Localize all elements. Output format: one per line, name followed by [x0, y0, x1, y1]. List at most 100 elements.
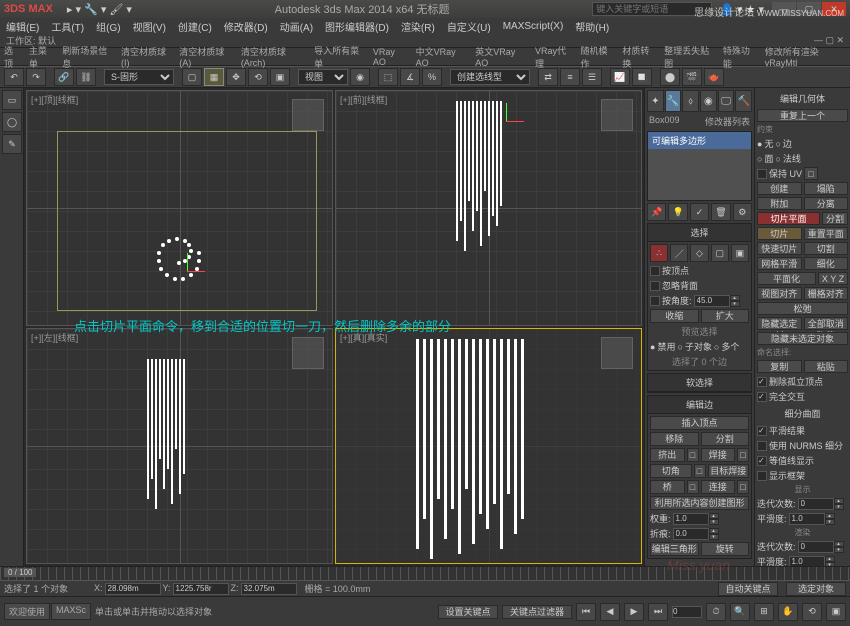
display-tab[interactable]: 🖵 [718, 90, 735, 112]
repeat-last-button[interactable]: 重复上一个 [757, 109, 848, 122]
preserve-uv-checkbox[interactable] [757, 169, 767, 179]
auto-key-button[interactable]: 自动关键点 [718, 582, 778, 596]
coord-z-input[interactable] [241, 583, 297, 595]
curve-editor-button[interactable]: 📈 [610, 68, 630, 86]
tab-item[interactable]: 特殊功能 [723, 44, 757, 70]
menu-tools[interactable]: 工具(T) [51, 19, 84, 34]
tab-item[interactable]: 主菜单 [29, 44, 54, 70]
by-angle-checkbox[interactable] [650, 296, 660, 306]
scale-button[interactable]: ▣ [270, 68, 290, 86]
object-name[interactable]: Box009 [649, 115, 680, 128]
poly-subobj-button[interactable]: ▢ [711, 244, 729, 262]
named-sel-dropdown[interactable]: 创建选线型 [450, 69, 530, 85]
coord-x-input[interactable] [105, 583, 161, 595]
shrink-button[interactable]: 收缩 [650, 309, 699, 323]
play-prev-button[interactable]: ◀ [600, 603, 620, 621]
menu-group[interactable]: 组(G) [96, 19, 120, 34]
attach-button[interactable]: 附加 [757, 197, 802, 210]
redo-button[interactable]: ↷ [26, 68, 46, 86]
menu-create[interactable]: 创建(C) [178, 19, 212, 34]
show-cage-checkbox[interactable] [757, 471, 767, 481]
zoom-button[interactable]: 🔍 [730, 603, 750, 621]
pan-button[interactable]: ✋ [778, 603, 798, 621]
tab-item[interactable]: 选顶 [4, 44, 21, 70]
connect-button[interactable]: 连接 [701, 480, 736, 494]
bridge-button[interactable]: 桥 [650, 480, 685, 494]
align-button[interactable]: ≡ [560, 68, 580, 86]
modlist-label[interactable]: 修改器列表 [705, 115, 750, 128]
layer-button[interactable]: ☰ [582, 68, 602, 86]
percent-snap-button[interactable]: % [422, 68, 442, 86]
rollout-header[interactable]: 编辑几何体 [757, 92, 848, 105]
material-editor-button[interactable]: ⬤ [660, 68, 680, 86]
cut-button[interactable]: 切割 [804, 242, 849, 255]
menu-maxscript[interactable]: MAXScript(X) [503, 21, 564, 32]
collapse-button[interactable]: 塌陷 [804, 182, 849, 195]
viewcube-icon[interactable] [601, 99, 633, 131]
key-filters-button[interactable]: 关键点过滤器 [502, 605, 572, 619]
edit-tri-button[interactable]: 编辑三角形 [650, 542, 699, 556]
pivot-button[interactable]: ◉ [350, 68, 370, 86]
turn-button[interactable]: 旋转 [701, 542, 750, 556]
tab-item[interactable]: 材质转换 [622, 44, 656, 70]
del-iso-checkbox[interactable] [757, 377, 767, 387]
hide-sel-button[interactable]: 隐藏选定对象 [757, 317, 802, 330]
quickslice-button[interactable]: 快速切片 [757, 242, 802, 255]
motion-tab[interactable]: ◉ [700, 90, 717, 112]
maxscript-tab[interactable]: MAXSc [51, 603, 91, 620]
edge-subobj-button[interactable]: ／ [670, 244, 688, 262]
remove-mod-button[interactable]: 🗑 [711, 203, 730, 221]
tool-paint-icon[interactable]: ✎ [2, 134, 22, 154]
menu-render[interactable]: 渲染(R) [401, 19, 435, 34]
menu-views[interactable]: 视图(V) [133, 19, 166, 34]
snap-button[interactable]: ⬚ [378, 68, 398, 86]
coord-y-input[interactable] [173, 583, 229, 595]
isoline-checkbox[interactable] [757, 456, 767, 466]
move-button[interactable]: ✥ [226, 68, 246, 86]
render-button[interactable]: 🫖 [704, 68, 724, 86]
utilities-tab[interactable]: 🔨 [735, 90, 752, 112]
hierarchy-tab[interactable]: ⬨ [682, 90, 699, 112]
frame-input[interactable] [672, 606, 702, 618]
smooth-result-checkbox[interactable] [757, 426, 767, 436]
crease-spinner[interactable]: ▴▾ [673, 528, 719, 540]
welcome-tab[interactable]: 欢迎使用 [4, 603, 50, 620]
tab-item[interactable]: 英文VRay AO [475, 45, 527, 68]
time-config-button[interactable]: ⏱ [706, 603, 726, 621]
msmooth-button[interactable]: 网格平滑 [757, 257, 802, 270]
viewcube-icon[interactable] [601, 337, 633, 369]
render-setup-button[interactable]: 🎬 [682, 68, 702, 86]
chamfer-button[interactable]: 切角 [650, 464, 692, 478]
copy-button[interactable]: 复制 [757, 360, 802, 373]
play-start-button[interactable]: ⏮ [576, 603, 596, 621]
rollout-header[interactable]: 细分曲面 [757, 407, 848, 420]
viewport-label[interactable]: [+][左][线框] [31, 331, 78, 344]
axis-gizmo[interactable] [486, 101, 526, 141]
tab-item[interactable]: 清空材质球(A) [179, 45, 233, 68]
unhide-all-button[interactable]: 全部取消隐藏 [804, 317, 849, 330]
tab-item[interactable]: 导入所有菜单 [314, 44, 365, 70]
viewcube-icon[interactable] [292, 99, 324, 131]
create-tab[interactable]: ✦ [647, 90, 664, 112]
angle-spinner[interactable]: ▴▾ [694, 295, 740, 307]
modifier-item[interactable]: 可编辑多边形 [648, 132, 751, 149]
viewport-perspective[interactable]: [+][真][真实] [335, 328, 642, 564]
menu-edit[interactable]: 编辑(E) [6, 19, 39, 34]
create-button[interactable]: 创建 [757, 182, 802, 195]
selected-button[interactable]: 选定对象 [786, 582, 846, 596]
border-subobj-button[interactable]: ◇ [690, 244, 708, 262]
insert-vertex-button[interactable]: 插入顶点 [650, 416, 749, 430]
configure-button[interactable]: ⚙ [733, 203, 752, 221]
slice-button[interactable]: 切片 [757, 227, 802, 240]
tab-item[interactable]: 刷新场景信息 [62, 44, 113, 70]
ignore-backfacing-checkbox[interactable] [650, 281, 660, 291]
hide-unsel-button[interactable]: 隐藏未选定对象 [757, 332, 848, 345]
viewport-label[interactable]: [+][顶][线框] [31, 93, 78, 106]
tessellate-button[interactable]: 细化 [804, 257, 849, 270]
rotate-button[interactable]: ⟲ [248, 68, 268, 86]
weight-spinner[interactable]: ▴▾ [673, 513, 719, 525]
menu-customize[interactable]: 自定义(U) [447, 19, 491, 34]
split-checkbox[interactable]: 分割 [822, 212, 848, 225]
weld-button[interactable]: 焊接 [701, 448, 736, 462]
menu-help[interactable]: 帮助(H) [575, 19, 609, 34]
